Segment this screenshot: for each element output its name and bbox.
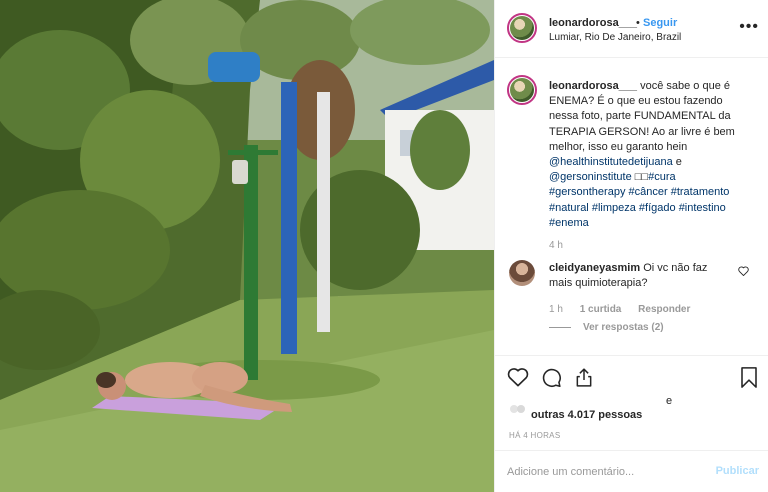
comments-section: leonardorosa___ você sabe o que é ENEMA?…: [495, 58, 768, 354]
comment-username[interactable]: cleidyaneyasmim: [549, 262, 640, 274]
post-location[interactable]: Lumiar, Rio De Janeiro, Brazil: [549, 32, 681, 43]
replies-line: [549, 327, 571, 328]
reply-button[interactable]: Responder: [638, 304, 690, 315]
author-avatar[interactable]: [507, 13, 537, 43]
caption-hashtag[interactable]: #natural: [549, 202, 589, 214]
liker-avatars: [510, 405, 525, 413]
caption-hashtag[interactable]: #intestino: [679, 202, 726, 214]
publish-button[interactable]: Publicar: [716, 465, 759, 477]
instagram-post-modal: leonardorosa___ • Seguir Lumiar, Rio De …: [0, 0, 768, 492]
post-time-ago[interactable]: HÁ 4 HORAS: [509, 431, 560, 440]
follow-button[interactable]: Seguir: [643, 17, 677, 29]
caption-timestamp[interactable]: 4 h: [549, 240, 563, 251]
post-photo[interactable]: [0, 0, 494, 492]
caption-hashtag[interactable]: #enema: [549, 217, 589, 229]
caption-username[interactable]: leonardorosa___: [549, 80, 637, 92]
comment-input[interactable]: [507, 463, 697, 481]
view-replies-button[interactable]: Ver respostas (2): [549, 322, 664, 333]
comment-icon[interactable]: [541, 367, 562, 391]
caption-conjunction: e: [675, 156, 682, 169]
caption-hashtag[interactable]: #tratamento: [671, 186, 730, 198]
heart-icon[interactable]: [507, 367, 529, 390]
view-replies-label: Ver respostas (2): [583, 322, 664, 333]
comment-text: cleidyaneyasmim Oi vc não faz mais quimi…: [549, 261, 729, 291]
caption-emoji: □□: [634, 171, 649, 184]
caption-hashtag[interactable]: #cura: [648, 171, 676, 183]
caption-hashtag[interactable]: #gersontherapy: [549, 186, 625, 198]
small-heart-icon[interactable]: [738, 266, 749, 279]
comment-timestamp[interactable]: 1 h: [549, 304, 563, 315]
photo-illustration: [0, 0, 494, 492]
caption-hashtag[interactable]: #limpeza: [592, 202, 636, 214]
caption-text: leonardorosa___ você sabe o que é ENEMA?…: [549, 79, 755, 231]
separator-dot: •: [636, 17, 640, 29]
likes-count[interactable]: outras 4.017 pessoas: [531, 409, 642, 421]
post-header: leonardorosa___ • Seguir Lumiar, Rio De …: [495, 0, 768, 58]
caption-mention[interactable]: @gersoninstitute: [549, 171, 632, 183]
more-options-icon[interactable]: •••: [739, 18, 759, 36]
commenter-avatar[interactable]: [509, 260, 535, 286]
caption-author-avatar[interactable]: [507, 75, 537, 105]
caption-mention[interactable]: @healthinstitutedetijuana: [549, 156, 673, 168]
post-side-panel: leonardorosa___ • Seguir Lumiar, Rio De …: [494, 0, 768, 492]
action-bar: [495, 355, 768, 395]
share-icon[interactable]: [574, 367, 594, 391]
add-comment-form: Publicar: [495, 450, 768, 492]
author-username[interactable]: leonardorosa___: [549, 17, 637, 29]
caption-hashtag[interactable]: #fígado: [639, 202, 676, 214]
likes-conjunction: e: [666, 395, 673, 407]
bookmark-icon[interactable]: [740, 367, 758, 391]
comment-meta: 1 h 1 curtida Responder: [549, 304, 704, 315]
caption-hashtag[interactable]: #câncer: [629, 186, 668, 198]
comment-likes[interactable]: 1 curtida: [580, 304, 622, 315]
